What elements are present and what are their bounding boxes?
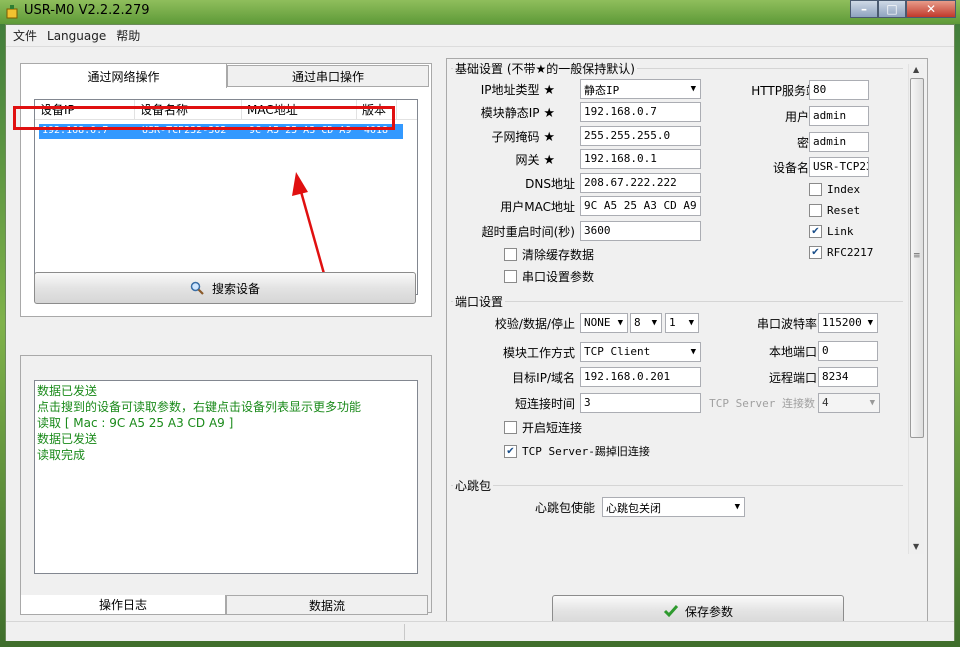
log-line: 读取完成 <box>37 448 86 462</box>
chevron-down-icon: ▼ <box>690 347 696 357</box>
local-port-label: 本地端口 <box>768 345 817 359</box>
log-line: 数据已发送 <box>37 384 98 398</box>
tab-serial[interactable]: 通过串口操作 <box>227 65 429 87</box>
dns-input[interactable]: 208.67.222.222 <box>580 173 701 193</box>
mac-label: 用户MAC地址 <box>500 200 575 214</box>
search-device-button[interactable]: 搜索设备 <box>34 272 416 304</box>
server-conn-select: 4 ▼ <box>818 393 880 413</box>
link-checkbox[interactable]: ✔ Link <box>809 225 854 238</box>
timeout-input[interactable]: 3600 <box>580 221 701 241</box>
subnet-input[interactable]: 255.255.255.0 <box>580 126 701 146</box>
tab-data-stream[interactable]: 数据流 <box>226 595 428 615</box>
heartbeat-title: 心跳包 <box>453 477 494 494</box>
window-title: USR-M0 V2.2.2.279 <box>24 3 150 18</box>
chevron-down-icon: ▼ <box>651 318 657 328</box>
remote-port-label: 远程端口 <box>768 371 817 385</box>
index-checkbox[interactable]: Index <box>809 183 860 196</box>
magnifier-icon <box>190 281 204 295</box>
short-conn-time-label: 短连接时间 <box>514 397 575 411</box>
tab-operation-log[interactable]: 操作日志 <box>20 595 226 615</box>
log-line: 点击搜到的设备可读取参数，右键点击设备列表显示更多功能 <box>37 400 362 414</box>
baud-select[interactable]: 115200 ▼ <box>818 313 878 333</box>
chevron-down-icon: ▼ <box>688 318 694 328</box>
highlight-annotation <box>13 106 395 130</box>
password-input[interactable]: admin <box>809 132 869 152</box>
checkmark-icon: ✔ <box>809 246 822 259</box>
gateway-input[interactable]: 192.168.0.1 <box>580 149 701 169</box>
username-input[interactable]: admin <box>809 106 869 126</box>
http-port-input[interactable]: 80 <box>809 80 869 100</box>
server-conn-label: TCP Server 连接数 <box>709 397 815 410</box>
minimize-button[interactable]: – <box>850 0 878 18</box>
parity-label: 校验/数据/停止 <box>494 317 575 331</box>
work-mode-select[interactable]: TCP Client ▼ <box>580 342 701 362</box>
basic-settings-title: 基础设置 (不带★的一般保持默认) <box>453 60 637 77</box>
static-ip-input[interactable]: 192.168.0.7 <box>580 102 701 122</box>
scroll-up-icon[interactable]: ▲ <box>913 65 919 74</box>
menu-language[interactable]: Language <box>42 29 111 43</box>
maximize-button[interactable]: □ <box>878 0 906 18</box>
work-mode-label: 模块工作方式 <box>502 346 575 360</box>
chevron-down-icon: ▼ <box>734 502 740 512</box>
remote-port-input[interactable]: 8234 <box>818 367 878 387</box>
scroll-down-icon[interactable]: ▼ <box>913 542 919 551</box>
rfc2217-checkbox[interactable]: ✔ RFC2217 <box>809 246 873 259</box>
tab-network[interactable]: 通过网络操作 <box>21 64 227 88</box>
heartbeat-enable-label: 心跳包使能 <box>534 501 595 515</box>
device-name-input[interactable]: USR-TCP23 <box>809 157 869 177</box>
scroll-thumb[interactable]: ≡ <box>910 78 924 438</box>
menu-file[interactable]: 文件 <box>8 27 42 44</box>
status-separator <box>404 624 405 640</box>
port-settings-title: 端口设置 <box>453 293 506 310</box>
save-params-label: 保存参数 <box>684 604 733 619</box>
parity-select[interactable]: NONE ▼ <box>580 313 628 333</box>
log-line: 数据已发送 <box>37 432 98 446</box>
close-button[interactable]: ✕ <box>906 0 956 18</box>
menu-bar: 文件 Language 帮助 <box>6 25 954 47</box>
serial-params-checkbox[interactable]: 串口设置参数 <box>504 268 594 285</box>
target-label: 目标IP/域名 <box>512 371 575 385</box>
kick-old-conn-checkbox[interactable]: ✔ TCP Server-踢掉旧连接 <box>504 443 650 459</box>
ip-type-label: IP地址类型 ★ <box>480 83 555 98</box>
group-divider <box>451 301 903 302</box>
mac-input[interactable]: 9C A5 25 A3 CD A9 <box>580 196 701 216</box>
log-output[interactable]: 数据已发送 点击搜到的设备可读取参数，右键点击设备列表显示更多功能 读取 [ M… <box>34 380 418 574</box>
settings-scrollbar[interactable]: ▲ ≡ ▼ <box>908 64 924 554</box>
menu-help[interactable]: 帮助 <box>111 27 145 44</box>
stop-bits-select[interactable]: 1 ▼ <box>665 313 699 333</box>
app-icon <box>6 5 18 19</box>
short-conn-time-input[interactable]: 3 <box>580 393 701 413</box>
log-panel: 数据已发送 点击搜到的设备可读取参数，右键点击设备列表显示更多功能 读取 [ M… <box>20 355 432 613</box>
reset-checkbox[interactable]: Reset <box>809 204 860 217</box>
chevron-down-icon: ▼ <box>690 84 696 94</box>
heartbeat-enable-select[interactable]: 心跳包关闭 ▼ <box>602 497 745 517</box>
search-device-label: 搜索设备 <box>211 281 260 296</box>
grip-icon: ≡ <box>913 251 921 261</box>
checkmark-icon: ✔ <box>809 225 822 238</box>
ip-type-select[interactable]: 静态IP ▼ <box>580 79 701 99</box>
chevron-down-icon: ▼ <box>867 318 873 328</box>
baud-label: 串口波特率 <box>756 317 817 331</box>
group-divider <box>451 485 903 486</box>
clear-cache-checkbox[interactable]: 清除缓存数据 <box>504 246 594 263</box>
local-port-input[interactable]: 0 <box>818 341 878 361</box>
chevron-down-icon: ▼ <box>617 318 623 328</box>
dns-label: DNS地址 <box>525 177 575 191</box>
window-controls: – □ ✕ <box>850 0 960 18</box>
status-bar <box>6 621 954 641</box>
timeout-label: 超时重启时间(秒) <box>481 225 575 239</box>
title-bar: USR-M0 V2.2.2.279 – □ ✕ <box>0 0 960 24</box>
enable-short-conn-checkbox[interactable]: 开启短连接 <box>504 419 582 436</box>
target-input[interactable]: 192.168.0.201 <box>580 367 701 387</box>
checkmark-icon: ✔ <box>504 444 517 458</box>
settings-panel: 基础设置 (不带★的一般保持默认) IP地址类型 ★ 静态IP ▼ 模块静态IP … <box>446 58 928 638</box>
static-ip-label: 模块静态IP ★ <box>480 106 555 121</box>
data-bits-select[interactable]: 8 ▼ <box>630 313 662 333</box>
log-line: 读取 [ Mac : 9C A5 25 A3 CD A9 ] <box>37 416 234 430</box>
chevron-down-icon: ▼ <box>869 398 875 408</box>
gateway-label: 网关 ★ <box>515 153 556 168</box>
subnet-label: 子网掩码 ★ <box>491 130 556 145</box>
app-client: 文件 Language 帮助 通过网络操作 通过串口操作 设备IP 设备名称 M… <box>5 24 955 641</box>
checkmark-icon <box>663 605 679 618</box>
